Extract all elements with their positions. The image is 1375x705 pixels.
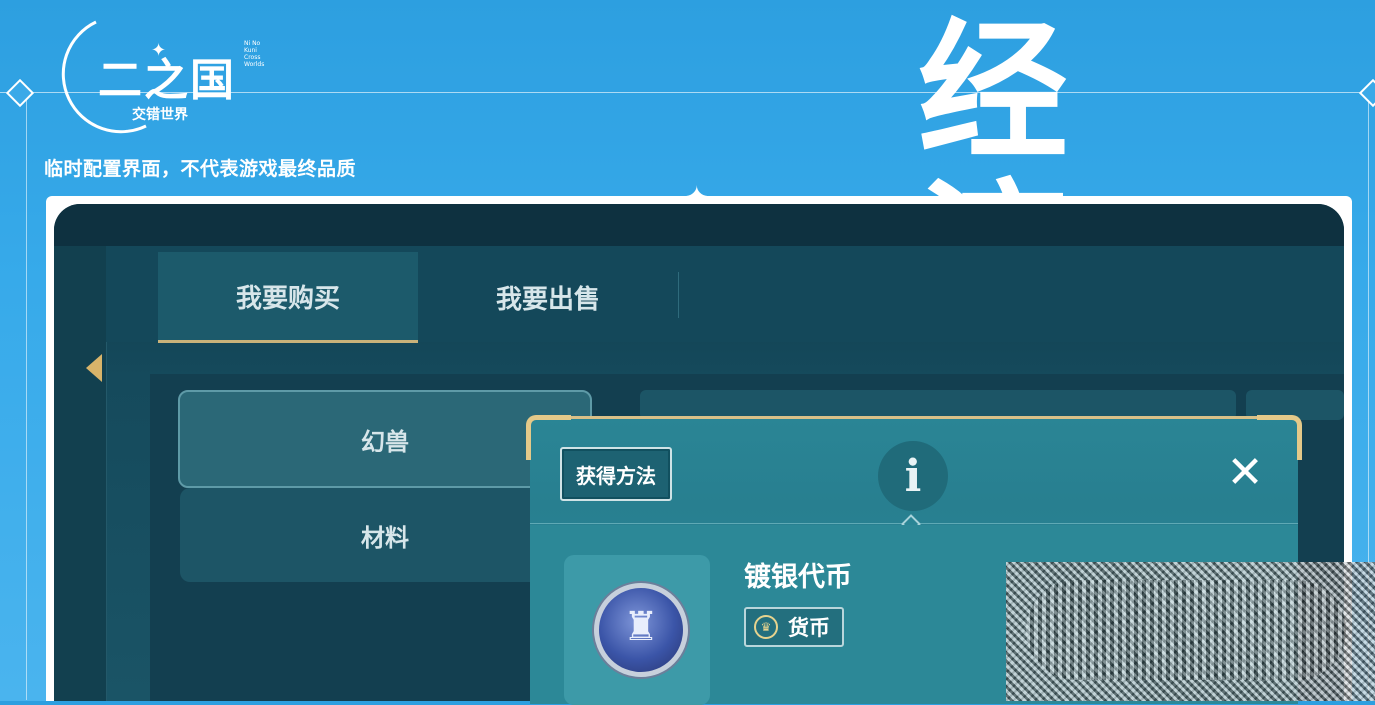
logo-title: 二之国 bbox=[98, 55, 236, 106]
item-type-label: 货币 bbox=[788, 616, 830, 640]
logo-english: Ni No Kuni Cross Worlds bbox=[244, 40, 265, 68]
item-type-badge: ♛ 货币 bbox=[744, 607, 844, 647]
item-name: 镀银代币 bbox=[744, 562, 852, 593]
close-icon[interactable]: ✕ bbox=[1220, 447, 1270, 498]
silver-token-icon: ♜ bbox=[594, 583, 688, 677]
tab-sell[interactable]: 我要出售 bbox=[418, 252, 678, 342]
tab-buy[interactable]: 我要购买 bbox=[158, 252, 418, 343]
crown-icon: ♛ bbox=[754, 615, 778, 639]
category-label: 材料 bbox=[361, 523, 409, 552]
category-materials[interactable]: 材料 ⌄ bbox=[180, 488, 590, 582]
game-logo: ✦ 二之国 交错世界 Ni No Kuni Cross Worlds bbox=[36, 16, 266, 136]
decorative-line-left bbox=[26, 100, 27, 700]
diamond-ornament-left bbox=[5, 78, 35, 108]
acquire-method-button[interactable]: 获得方法 bbox=[560, 447, 672, 501]
category-label: 幻兽 bbox=[361, 427, 409, 456]
logo-subtitle: 交错世界 bbox=[132, 107, 188, 123]
tab-divider bbox=[678, 272, 679, 318]
item-icon-frame: ♜ bbox=[564, 555, 710, 705]
disclaimer-text: 临时配置界面，不代表游戏最终品质 bbox=[44, 158, 357, 180]
top-bar bbox=[54, 204, 1344, 247]
popup-header: 获得方法 i ✕ bbox=[530, 419, 1298, 523]
watermark-noise bbox=[1006, 562, 1375, 701]
left-rail bbox=[54, 246, 107, 701]
info-icon: i bbox=[878, 441, 948, 511]
collapse-arrow-icon[interactable] bbox=[86, 354, 102, 382]
